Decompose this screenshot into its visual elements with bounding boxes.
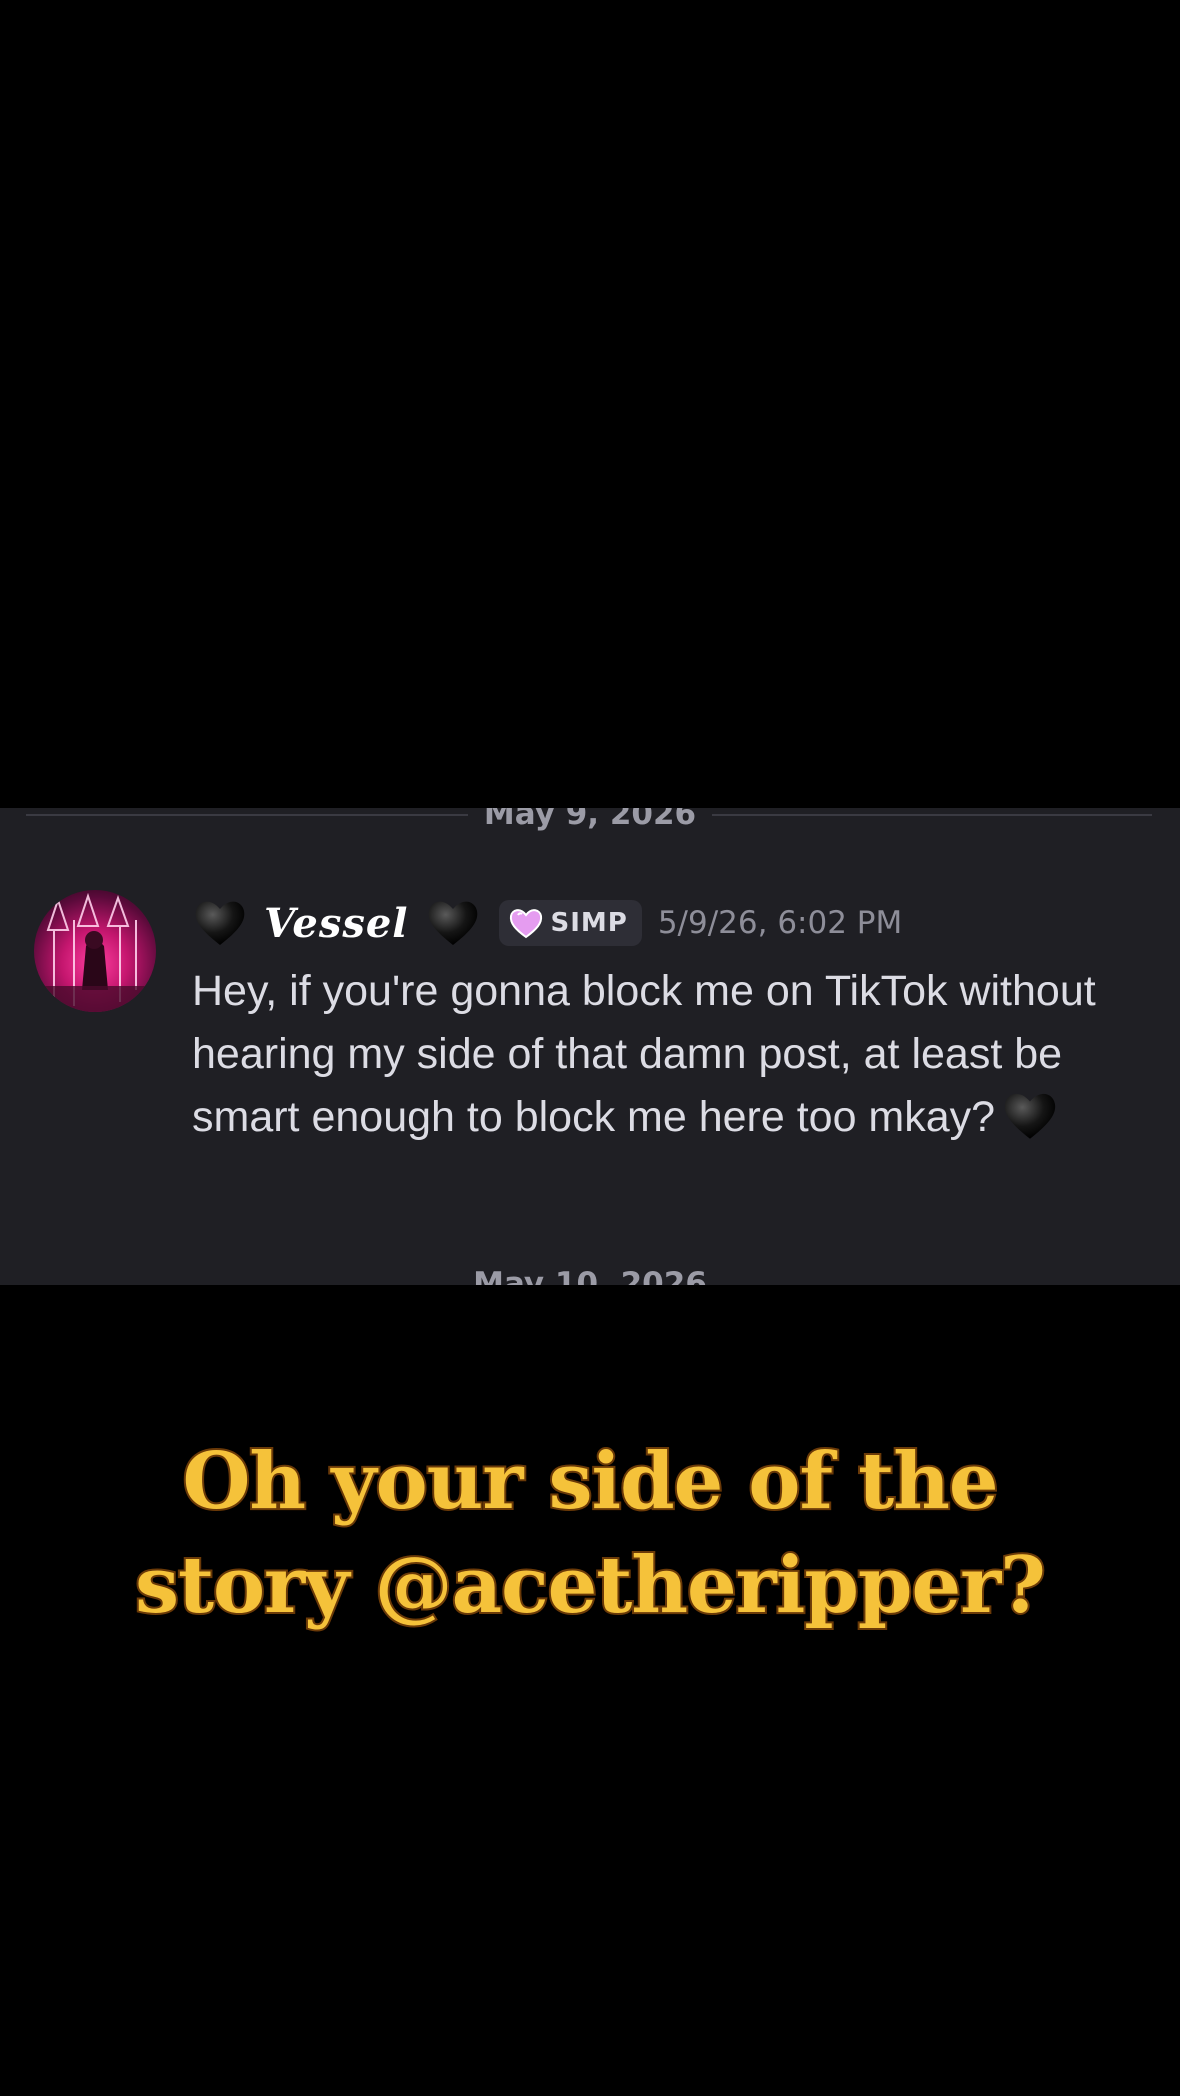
date-divider: May 9, 2026 (0, 808, 1180, 838)
role-badge[interactable]: SIMP (498, 900, 642, 946)
black-heart-icon (1004, 1093, 1056, 1139)
divider-line-right (712, 814, 1152, 816)
username[interactable]: Vessel (258, 900, 415, 947)
video-caption: Oh your side of the story @acetheripper? (40, 1430, 1140, 1638)
caption-line-1: Oh your side of the (180, 1434, 1000, 1529)
black-heart-icon (428, 901, 477, 945)
black-heart-icon (195, 901, 245, 945)
message-body: Hey, if you're gonna block me on TikTok … (192, 960, 1142, 1149)
date-divider-label: May 10, 2026 (473, 1266, 707, 1285)
date-divider-next: May 10, 2026 (0, 1266, 1180, 1285)
chat-panel: May 9, 2026 Vessel SIMP 5/9/26, 6:02 PM … (0, 808, 1180, 1285)
avatar[interactable] (34, 890, 156, 1012)
caption-line-2: story @acetheripper? (133, 1538, 1048, 1633)
message-header: Vessel SIMP 5/9/26, 6:02 PM (192, 892, 902, 954)
purple-heart-icon (509, 909, 542, 939)
role-badge-label: SIMP (550, 908, 628, 938)
message-timestamp: 5/9/26, 6:02 PM (657, 905, 903, 941)
message-text: Hey, if you're gonna block me on TikTok … (192, 967, 1096, 1141)
avatar-image (34, 892, 156, 1012)
divider-line-left (26, 814, 468, 816)
date-divider-label: May 9, 2026 (483, 808, 697, 832)
